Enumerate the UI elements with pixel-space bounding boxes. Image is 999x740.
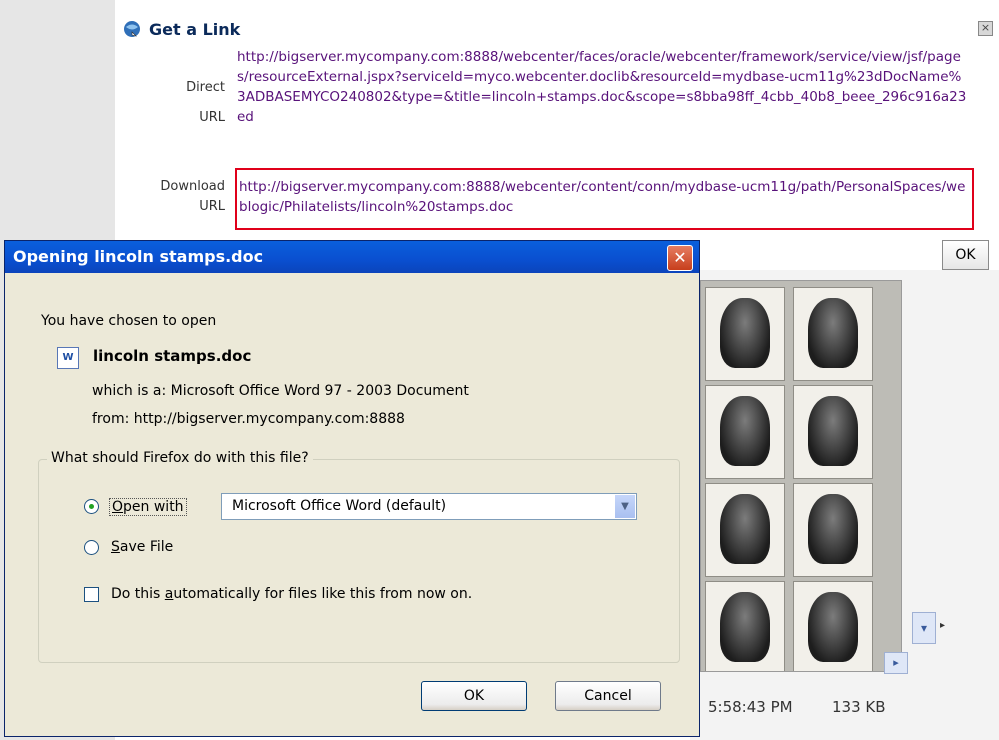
- scroll-right-button[interactable]: ▸: [884, 652, 908, 674]
- ok-button[interactable]: OK: [421, 681, 527, 711]
- close-icon: ✕: [673, 248, 687, 267]
- dialog-titlebar[interactable]: Opening lincoln stamps.doc ✕: [5, 241, 699, 273]
- dialog-title: Opening lincoln stamps.doc: [13, 247, 264, 266]
- open-with-app-value: Microsoft Office Word (default): [232, 498, 447, 514]
- file-name: lincoln stamps.doc: [93, 347, 252, 365]
- action-group: [38, 459, 680, 663]
- download-url-label-2: URL: [199, 199, 225, 214]
- word-document-icon: W: [57, 347, 79, 369]
- action-question: What should Firefox do with this file?: [47, 450, 313, 466]
- save-file-label[interactable]: Save File: [111, 539, 173, 555]
- save-file-radio[interactable]: [84, 540, 99, 555]
- chevron-down-icon[interactable]: ▼: [614, 495, 635, 518]
- scroll-down-button[interactable]: ▾: [912, 612, 936, 644]
- direct-url-label: Direct: [186, 80, 225, 95]
- open-with-radio[interactable]: [84, 499, 99, 514]
- globe-link-icon: [124, 21, 140, 37]
- intro-text: You have chosen to open: [41, 313, 217, 329]
- direct-url-link[interactable]: http://bigserver.mycompany.com:8888/webc…: [237, 47, 967, 127]
- panel-ok-button[interactable]: OK: [942, 240, 989, 270]
- auto-action-label[interactable]: Do this automatically for files like thi…: [111, 586, 472, 602]
- modified-time: 5:58:43 PM: [708, 698, 793, 716]
- panel-close-button[interactable]: ×: [978, 21, 993, 36]
- open-with-app-select[interactable]: Microsoft Office Word (default) ▼: [221, 493, 637, 520]
- expand-arrow-icon[interactable]: ▸: [940, 620, 945, 631]
- file-type-text: which is a: Microsoft Office Word 97 - 2…: [92, 383, 469, 399]
- cancel-button[interactable]: Cancel: [555, 681, 661, 711]
- stamps-preview-image: [700, 280, 902, 672]
- auto-action-checkbox[interactable]: [84, 587, 99, 602]
- open-with-label[interactable]: Open with: [109, 498, 187, 516]
- get-a-link-panel: Get a Link × Direct URL http://bigserver…: [115, 0, 999, 280]
- file-source-text: from: http://bigserver.mycompany.com:888…: [92, 411, 405, 427]
- download-url-link[interactable]: http://bigserver.mycompany.com:8888/webc…: [239, 177, 969, 217]
- dialog-close-button[interactable]: ✕: [667, 245, 693, 271]
- download-url-label: Download: [160, 179, 225, 194]
- panel-title: Get a Link: [149, 20, 241, 39]
- radio-selected-dot: [89, 504, 94, 509]
- opening-file-dialog: Opening lincoln stamps.doc ✕ You have ch…: [4, 240, 700, 737]
- direct-url-label-2: URL: [199, 110, 225, 125]
- file-size: 133 KB: [832, 698, 886, 716]
